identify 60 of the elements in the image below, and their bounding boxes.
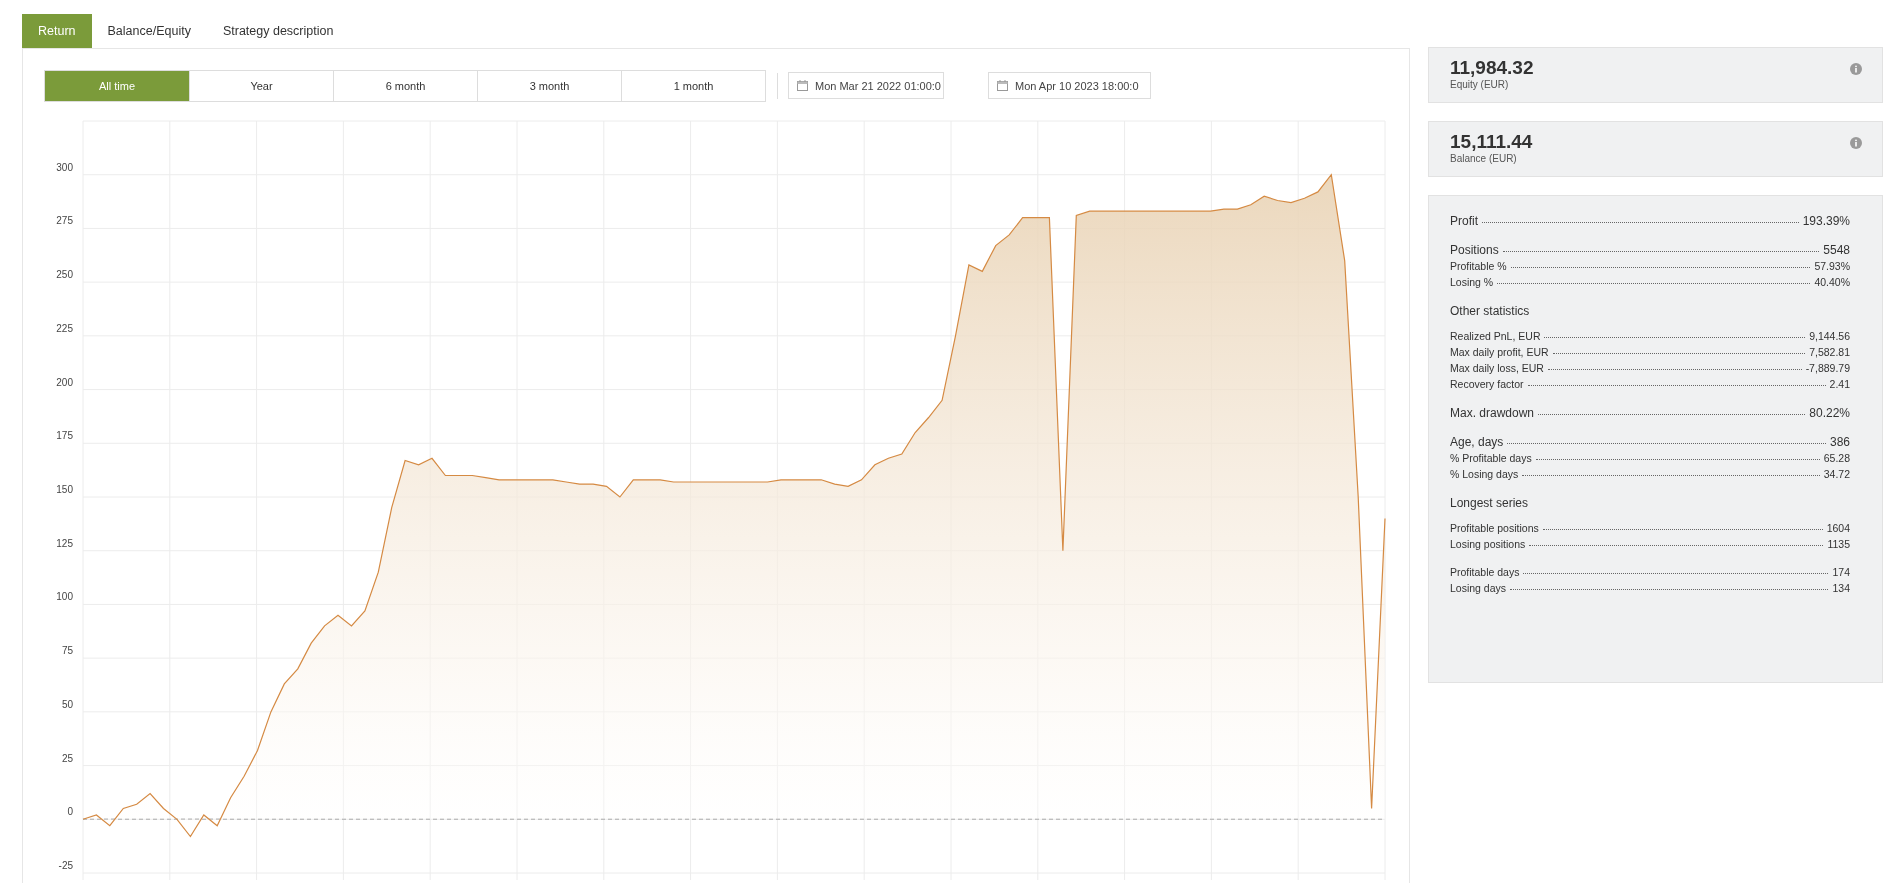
stat-label: Losing %	[1450, 276, 1494, 288]
stat-label: Positions	[1450, 243, 1499, 257]
axis-label: 75	[61, 645, 73, 657]
stat-label: Recovery factor	[1450, 378, 1524, 390]
stat-label: Age, days	[1450, 435, 1504, 449]
axis-label: 25	[61, 752, 73, 764]
stat-label: Losing positions	[1450, 538, 1526, 550]
stat-value: 174	[1832, 566, 1850, 578]
stat-label: Profitable days	[1450, 566, 1520, 578]
stat-value: 9,144.56	[1809, 330, 1850, 342]
axis-label: 125	[56, 537, 73, 549]
stat-label: % Losing days	[1450, 468, 1519, 480]
calendar-icon	[797, 80, 808, 91]
axis-label: 175	[56, 430, 73, 442]
axis-label: 250	[56, 269, 73, 281]
stat-label: Profitable %	[1450, 260, 1507, 272]
stat-value: 386	[1829, 435, 1850, 449]
info-icon[interactable]	[1850, 63, 1862, 75]
stat-label: Losing days	[1450, 582, 1507, 594]
stat-label: % Profitable days	[1450, 452, 1532, 464]
axis-label: 275	[56, 215, 73, 227]
stat-value: 5548	[1823, 243, 1850, 257]
stat-value: 7,582.81	[1809, 346, 1850, 358]
calendar-icon	[997, 80, 1008, 91]
date-field[interactable]: Mon Mar 21 2022 01:00:0	[788, 72, 944, 99]
tab[interactable]: Balance/Equity	[91, 14, 207, 48]
axis-label: 50	[61, 698, 73, 710]
axis-label: 300	[56, 161, 73, 173]
stat-value: 193.39%	[1802, 214, 1850, 228]
stat-value: 1135	[1827, 538, 1850, 550]
stat-value: 2.41	[1829, 378, 1850, 390]
equity-label: Equity (EUR)	[1450, 79, 1510, 90]
stat-label: Max daily loss, EUR	[1450, 362, 1544, 374]
equity-value: 11,984.32	[1450, 57, 1534, 79]
stat-value: 80.22%	[1809, 406, 1850, 420]
axis-label: 225	[56, 322, 73, 334]
balance-value: 15,111.44	[1450, 131, 1533, 153]
stat-label: Max daily profit, EUR	[1450, 346, 1549, 358]
stat-value: 65.28	[1823, 452, 1850, 464]
axis-label: -25	[58, 860, 73, 871]
section-heading: Other statistics	[1450, 304, 1531, 318]
stat-value: 34.72	[1823, 468, 1850, 480]
axis-label: 150	[56, 484, 73, 495]
balance-label: Balance (EUR)	[1450, 153, 1518, 164]
axis-label: 200	[56, 376, 73, 388]
axis-label: 100	[56, 591, 73, 603]
stat-label: Realized PnL, EUR	[1450, 330, 1541, 342]
stat-label: Profitable positions	[1450, 522, 1539, 534]
stat-value: -7,889.79	[1805, 362, 1850, 374]
stat-value: 57.93%	[1814, 260, 1850, 272]
section-heading: Longest series	[1450, 496, 1530, 510]
stat-value: 134	[1832, 582, 1850, 594]
stat-value: 40.40%	[1814, 276, 1850, 288]
info-icon[interactable]	[1850, 137, 1862, 149]
stat-label: Profit	[1450, 214, 1478, 228]
date-field[interactable]: Mon Apr 10 2023 18:00:0	[988, 72, 1151, 99]
stat-value: 1604	[1826, 522, 1850, 534]
axis-label: 0	[67, 806, 73, 818]
tab[interactable]: Strategy description	[206, 14, 350, 48]
stat-label: Max. drawdown	[1450, 406, 1535, 420]
